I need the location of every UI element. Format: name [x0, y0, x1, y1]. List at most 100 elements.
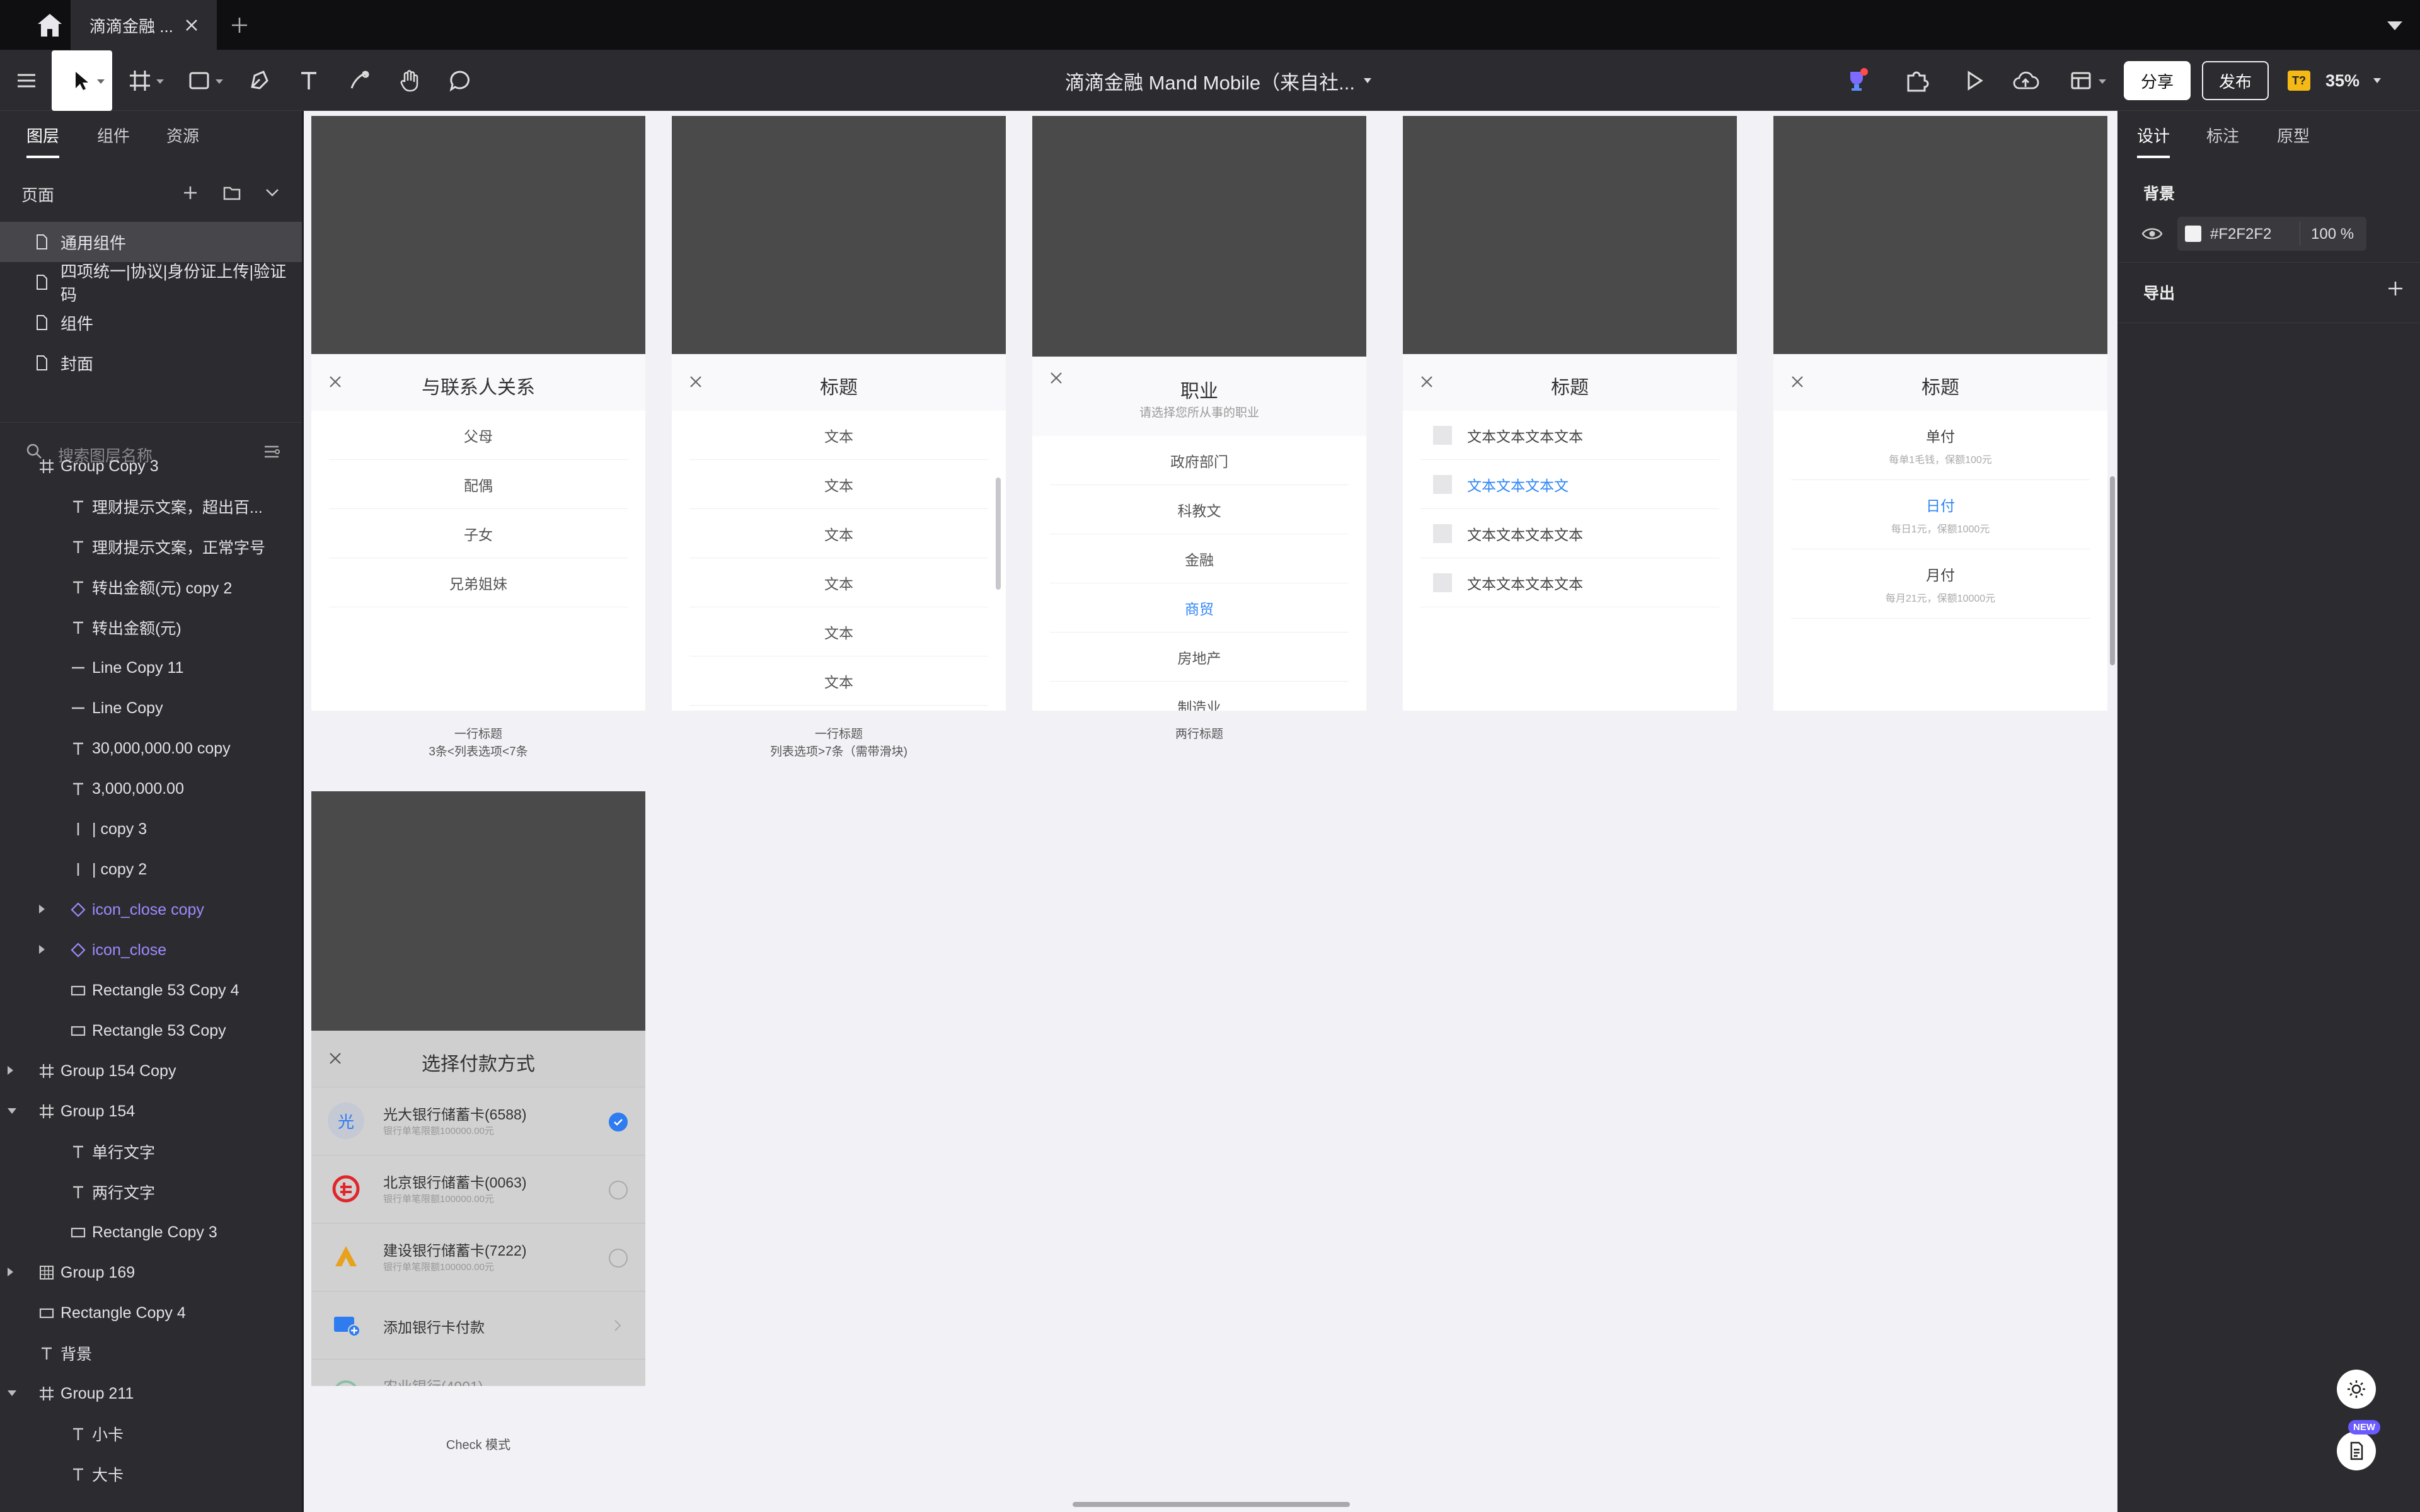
list-item[interactable]: 月付 每月21元，保额10000元 [1791, 549, 2090, 619]
plus-icon[interactable] [227, 13, 252, 38]
design-canvas[interactable]: 与联系人关系 父母 配偶 子女 兄弟姐妹 一行标题 3条<列表选项<7条 标题 … [304, 111, 2118, 1512]
list-item[interactable]: 文本 [689, 607, 988, 656]
layer-row[interactable]: 3,000,000.00 [0, 769, 302, 809]
action-sheet-frame[interactable]: 与联系人关系 父母 配偶 子女 兄弟姐妹 [311, 116, 645, 711]
layer-row[interactable]: 转出金额(元) [0, 607, 302, 648]
tab-components[interactable]: 组件 [97, 123, 130, 147]
pen-tool-icon[interactable] [238, 62, 279, 100]
eye-icon[interactable] [2141, 224, 2164, 246]
document-tab[interactable]: 滴滴金融 ... [71, 0, 217, 50]
list-item[interactable]: 配偶 [329, 460, 628, 509]
layer-row[interactable]: Group 154 Copy [0, 1051, 302, 1091]
radio-checked-icon[interactable] [609, 1113, 628, 1131]
list-item[interactable]: 兄弟姐妹 [329, 558, 628, 607]
chevron-down-icon[interactable] [2382, 14, 2407, 37]
list-item[interactable]: 政府部门 [1050, 436, 1349, 485]
list-scrollbar[interactable] [996, 478, 1001, 590]
chevron-right-icon[interactable] [8, 1268, 13, 1276]
close-icon[interactable] [180, 14, 203, 37]
tab-design[interactable]: 设计 [2137, 123, 2170, 158]
layer-row[interactable]: Rectangle 53 Copy 4 [0, 970, 302, 1011]
layer-row[interactable]: icon_close [0, 930, 302, 970]
action-sheet-frame[interactable]: 标题 文本 文本 文本 文本 文本 文本 [672, 116, 1006, 711]
checkbox[interactable] [1433, 425, 1452, 445]
layer-row[interactable]: Rectangle Copy 4 [0, 1293, 302, 1333]
tab-annotate[interactable]: 标注 [2206, 123, 2239, 147]
layer-row[interactable]: Group 211 [0, 1373, 302, 1414]
plugin-icon[interactable] [1897, 62, 1937, 100]
trophy-icon[interactable] [1836, 62, 1877, 100]
text-tool-icon[interactable] [289, 62, 329, 100]
chevron-right-icon[interactable] [39, 945, 45, 954]
frame-tool-icon[interactable] [120, 62, 164, 100]
share-button[interactable]: 分享 [2124, 61, 2191, 100]
layer-row[interactable]: Rectangle 53 Copy [0, 1011, 302, 1051]
page-item[interactable]: 四项统一|协议|身份证上传|验证码 [0, 262, 302, 304]
notes-button[interactable] [2337, 1431, 2376, 1470]
layer-row[interactable]: 30,000,000.00 copy [0, 728, 302, 769]
payment-option[interactable]: 光 光大银行储蓄卡(6588) 银行单笔限额100000.00元 [311, 1087, 645, 1155]
checkbox[interactable] [1433, 474, 1452, 494]
list-item[interactable]: 文本 [689, 460, 988, 509]
publish-button[interactable]: 发布 [2202, 61, 2269, 100]
zoom-dropdown[interactable]: 35% [2325, 50, 2382, 111]
layer-row[interactable]: 背景 [0, 1333, 302, 1373]
list-item[interactable]: 房地产 [1050, 633, 1349, 682]
page-item[interactable]: 通用组件 [0, 222, 302, 262]
chevron-right-icon[interactable] [39, 905, 45, 914]
layer-row[interactable]: 大卡 [0, 1454, 302, 1494]
hand-tool-icon[interactable] [389, 62, 430, 100]
layer-row[interactable]: 小卡 [0, 1414, 302, 1454]
chevron-down-icon[interactable] [8, 1390, 16, 1396]
list-item-selected[interactable]: 日付 每日1元，保额1000元 [1791, 480, 2090, 549]
payment-option[interactable]: 农业银行(4901) [311, 1360, 645, 1386]
tab-prototype[interactable]: 原型 [2277, 123, 2310, 147]
move-tool-icon[interactable] [52, 50, 112, 111]
pencil-tool-icon[interactable] [339, 62, 379, 100]
add-bank-card-row[interactable]: 添加银行卡付款 [311, 1292, 645, 1360]
cloud-upload-icon[interactable] [2005, 62, 2046, 100]
canvas-vertical-scrollbar[interactable] [2110, 476, 2115, 665]
chevron-down-icon[interactable] [260, 180, 285, 205]
checkbox-item-selected[interactable]: 文本文本文本文 [1420, 460, 1719, 509]
payment-sheet-frame[interactable]: 选择付款方式 光 光大银行储蓄卡(6588) 银行单笔限额100000.00元 … [311, 791, 645, 1386]
layer-row[interactable]: Group 169 [0, 1252, 302, 1293]
canvas-horizontal-scrollbar[interactable] [1073, 1502, 1350, 1507]
layout-icon[interactable] [2061, 62, 2106, 100]
action-sheet-frame[interactable]: 职业 请选择您所从事的职业 政府部门 科教文 金融 商贸 房地产 制造业 [1032, 116, 1366, 711]
list-item[interactable]: 制造业 [1050, 682, 1349, 711]
action-sheet-frame[interactable]: 标题 文本文本文本文本 文本文本文本文 文本文本文本文本 文本文本文本文本 [1403, 116, 1737, 711]
page-item[interactable]: 组件 [0, 302, 302, 343]
payment-option[interactable]: 北京银行储蓄卡(0063) 银行单笔限额100000.00元 [311, 1155, 645, 1223]
layer-row[interactable]: Group Copy 3 [0, 446, 302, 486]
hamburger-menu-icon[interactable] [6, 62, 47, 100]
layer-row[interactable]: Line Copy 11 [0, 648, 302, 688]
theme-toggle-button[interactable] [2337, 1370, 2376, 1409]
list-item[interactable]: 金融 [1050, 534, 1349, 583]
tab-assets[interactable]: 资源 [166, 123, 199, 147]
layer-row[interactable]: 理财提示文案，正常字号 [0, 527, 302, 567]
layer-row[interactable]: Line Copy [0, 688, 302, 728]
comment-tool-icon[interactable] [440, 62, 480, 100]
folder-icon[interactable] [219, 180, 245, 205]
layer-row[interactable]: 两行文字 [0, 1172, 302, 1212]
layer-row[interactable]: Group 154 [0, 1091, 302, 1131]
action-sheet-frame[interactable]: 标题 单付 每单1毛钱，保额100元 日付 每日1元，保额1000元 月付 每月21元… [1773, 116, 2107, 711]
layer-row[interactable]: 转出金额(元) copy 2 [0, 567, 302, 607]
checkbox[interactable] [1433, 524, 1452, 543]
background-hex-input[interactable]: #F2F2F2 [2210, 226, 2271, 243]
home-icon[interactable] [33, 11, 67, 39]
list-item[interactable]: 子女 [329, 509, 628, 558]
document-title[interactable]: 滴滴金融 Mand Mobile（来自社... [1065, 50, 1371, 111]
list-item[interactable]: 科教文 [1050, 485, 1349, 534]
color-swatch[interactable] [2185, 226, 2201, 242]
layer-row[interactable]: | copy 2 [0, 849, 302, 890]
layer-row[interactable]: Rectangle Copy 3 [0, 1212, 302, 1252]
radio-icon[interactable] [609, 1249, 628, 1268]
payment-option[interactable]: 建设银行储蓄卡(7222) 银行单笔限额100000.00元 [311, 1223, 645, 1292]
rectangle-tool-icon[interactable] [179, 62, 223, 100]
add-page-icon[interactable] [178, 180, 203, 205]
checkbox-item[interactable]: 文本文本文本文本 [1420, 558, 1719, 607]
checkbox[interactable] [1433, 573, 1452, 592]
add-export-icon[interactable] [2383, 276, 2408, 304]
